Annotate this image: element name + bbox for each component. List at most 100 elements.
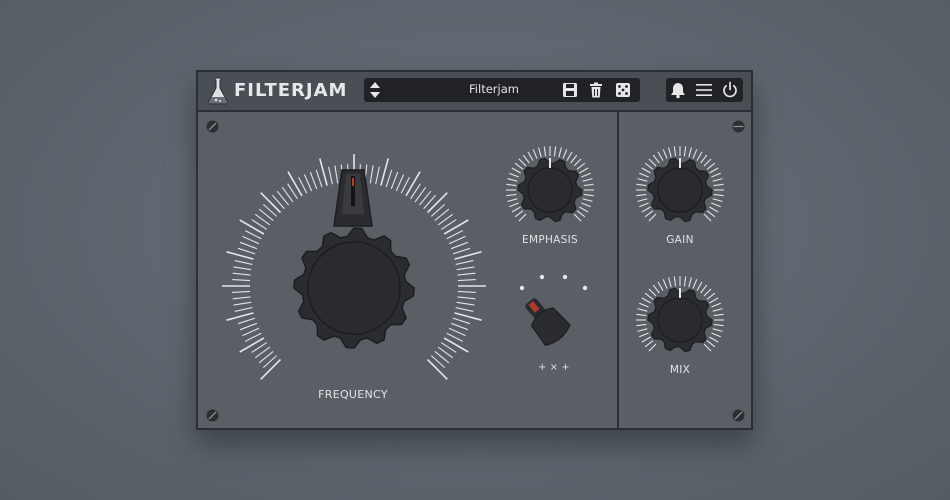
scale-tick — [692, 149, 698, 159]
emphasis-knob[interactable] — [502, 142, 598, 238]
save-icon[interactable] — [561, 81, 579, 99]
scale-tick — [713, 323, 724, 327]
frequency-pointer[interactable] — [332, 166, 374, 234]
scale-tick — [713, 183, 724, 187]
scale-tick — [509, 202, 519, 208]
scale-tick — [644, 162, 654, 170]
scale-tick — [573, 213, 582, 222]
scale-tick — [315, 169, 323, 188]
scale-tick — [652, 154, 660, 164]
scale-tick — [712, 198, 723, 202]
scale-tick — [662, 149, 668, 159]
preset-selector[interactable]: Filterjam — [364, 78, 640, 102]
scale-tick — [507, 178, 518, 182]
scale-tick — [239, 219, 265, 235]
frequency-label: FREQUENCY — [318, 388, 388, 401]
scale-tick — [287, 171, 303, 197]
scale-tick — [700, 284, 708, 294]
power-icon[interactable] — [721, 81, 739, 99]
gain-label: GAIN — [666, 234, 694, 246]
scale-tick — [511, 167, 521, 174]
scale-tick — [507, 198, 518, 202]
scale-tick — [637, 328, 648, 332]
scale-tick — [522, 154, 530, 164]
scale-tick — [233, 266, 252, 271]
brand-title: FILTERJAM — [234, 80, 348, 101]
scale-tick — [692, 279, 698, 289]
scale-tick — [696, 151, 703, 161]
scale-tick — [688, 147, 692, 158]
scale-tick — [688, 277, 692, 288]
scale-tick — [260, 358, 282, 380]
scale-tick — [570, 154, 578, 164]
gain-knob[interactable] — [632, 142, 728, 238]
scale-tick — [668, 277, 672, 288]
scale-tick — [506, 193, 517, 197]
scale-tick — [709, 167, 719, 174]
mix-knob[interactable] — [632, 272, 728, 368]
scale-tick — [652, 284, 660, 294]
dice-icon[interactable] — [614, 81, 632, 99]
trash-icon[interactable] — [587, 81, 605, 99]
scale-tick — [242, 327, 260, 337]
scale-tick — [662, 279, 668, 289]
scale-tick — [456, 266, 475, 271]
scale-tick — [457, 296, 476, 300]
screw-icon — [732, 409, 745, 422]
scale-tick — [648, 213, 657, 222]
scale-tick — [706, 340, 716, 348]
scale-tick — [648, 288, 657, 297]
up-down-arrows-icon[interactable] — [368, 81, 382, 99]
scale-tick — [226, 251, 254, 260]
utility-bar — [666, 78, 743, 102]
scale-tick — [443, 337, 469, 353]
screw-icon — [206, 120, 219, 133]
scale-tick — [700, 154, 708, 164]
scale-tick — [709, 206, 719, 213]
scale-tick — [637, 198, 648, 202]
scale-tick — [712, 328, 723, 332]
preset-name[interactable]: Filterjam — [424, 82, 564, 96]
scale-tick — [452, 247, 471, 255]
scale-tick — [232, 290, 251, 293]
scale-tick — [668, 147, 672, 158]
scale-tick — [648, 343, 657, 352]
frequency-knob[interactable] — [286, 220, 422, 356]
scale-tick — [711, 172, 721, 178]
bell-icon[interactable] — [669, 81, 687, 99]
scale-tick — [450, 322, 469, 331]
scale-tick — [576, 210, 586, 218]
scale-tick — [709, 336, 719, 343]
scale-tick — [581, 172, 591, 178]
section-divider — [617, 112, 619, 428]
scale-tick — [709, 297, 719, 304]
scale-tick — [455, 260, 474, 265]
scale-tick — [639, 202, 649, 208]
scale-tick — [579, 167, 589, 174]
mode-switch-label: + × + — [538, 362, 570, 373]
mode-switch[interactable] — [514, 268, 594, 354]
scale-tick — [644, 210, 654, 218]
scale-tick — [712, 178, 723, 182]
scale-tick — [309, 171, 318, 190]
plugin-window: FILTERJAM Filterjam FREQUENCY EMPHASIS +… — [196, 70, 753, 430]
scale-tick — [712, 308, 723, 312]
scale-tick — [448, 327, 466, 337]
scale-tick — [566, 151, 573, 161]
scale-tick — [562, 149, 568, 159]
scale-tick — [703, 213, 712, 222]
screw-icon — [732, 120, 745, 133]
hamburger-menu-icon[interactable] — [695, 81, 713, 99]
scale-tick — [426, 192, 448, 214]
scale-tick — [514, 162, 524, 170]
scale-tick — [509, 172, 519, 178]
scale-tick — [239, 337, 265, 353]
scale-tick — [553, 146, 557, 157]
scale-tick — [711, 302, 721, 308]
scale-tick — [639, 172, 649, 178]
scale-tick — [390, 171, 399, 190]
scale-tick — [711, 202, 721, 208]
scale-tick — [426, 358, 448, 380]
scale-tick — [506, 183, 517, 187]
scale-tick — [581, 202, 591, 208]
